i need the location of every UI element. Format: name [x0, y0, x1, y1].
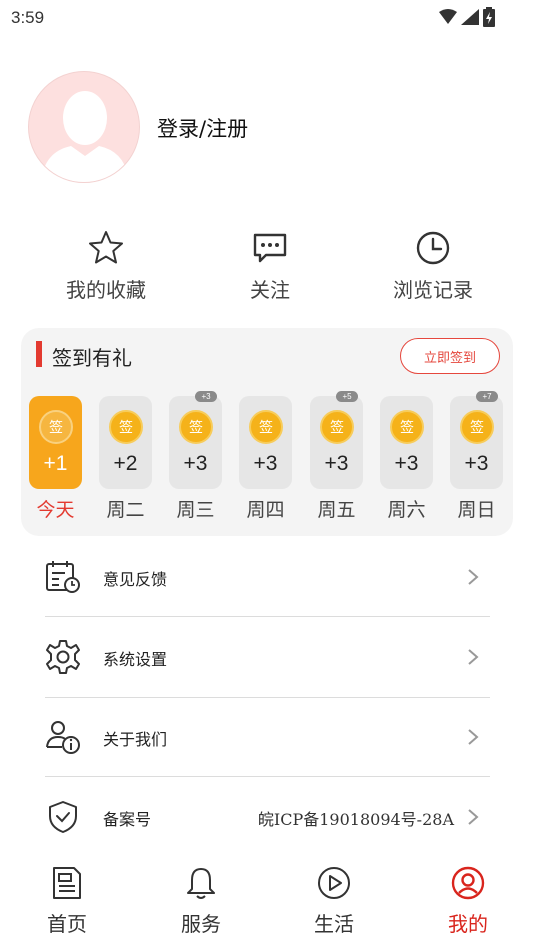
signin-day-today[interactable]: 签 +1 今天 [29, 396, 82, 522]
menu-settings-label: 系统设置 [103, 650, 168, 669]
coin-icon: 签 [460, 410, 494, 444]
chevron-right-icon [468, 729, 479, 745]
coin-icon: 签 [249, 410, 283, 444]
nav-service-label: 服务 [181, 912, 221, 936]
menu-about-label: 关于我们 [103, 730, 168, 749]
nav-mine[interactable]: 我的 [418, 866, 518, 937]
signin-day-label: 今天 [36, 499, 75, 521]
quick-history-label: 浏览记录 [393, 278, 473, 302]
nav-home-label: 首页 [47, 912, 87, 936]
signin-day-label: 周二 [106, 499, 145, 521]
chat-icon [253, 233, 287, 263]
bonus-badge: +3 [195, 391, 217, 402]
menu-icp[interactable]: 备案号 皖ICP备19018094号-28A [45, 777, 490, 857]
chevron-right-icon [468, 569, 479, 585]
signin-points: +3 [183, 452, 208, 475]
signin-day-box: +3 签 +3 [169, 391, 222, 489]
menu-settings[interactable]: 系统设置 [45, 617, 490, 697]
bell-icon [187, 868, 215, 899]
user-info-icon [46, 721, 80, 754]
bonus-badge: +7 [476, 391, 498, 402]
wifi-icon [439, 9, 457, 24]
signin-card: 签到有礼 立即签到 签 +1 今天 签 +2 周二 +3 签 +3 周三 签 +… [21, 328, 513, 536]
signin-day-box: +5 签 +3 [310, 391, 363, 489]
signin-day-thu[interactable]: 签 +3 周四 [239, 396, 292, 522]
menu-feedback[interactable]: 意见反馈 [45, 537, 490, 617]
status-bar: 3:59 [0, 0, 535, 38]
signin-day-label: 周四 [246, 499, 285, 521]
nav-life[interactable]: 生活 [284, 866, 384, 937]
signin-points: +1 [43, 452, 68, 475]
signin-points: +3 [324, 452, 349, 475]
signin-day-wed[interactable]: +3 签 +3 周三 [169, 391, 222, 522]
login-register-link[interactable]: 登录/注册 [157, 113, 248, 143]
signin-button[interactable]: 立即签到 [400, 338, 500, 374]
signin-day-label: 周日 [457, 499, 496, 521]
coin-icon: 签 [179, 410, 213, 444]
signin-points: +2 [113, 452, 138, 475]
coin-icon: 签 [39, 410, 73, 444]
signin-day-label: 周五 [317, 499, 356, 521]
quick-favorites-label: 我的收藏 [66, 278, 146, 302]
status-icons [439, 7, 495, 27]
signal-icon [461, 9, 479, 25]
icp-number: 皖ICP备19018094号-28A [257, 810, 454, 829]
signin-day-fri[interactable]: +5 签 +3 周五 [310, 391, 363, 522]
nav-service[interactable]: 服务 [151, 866, 251, 937]
nav-home[interactable]: 首页 [17, 866, 117, 937]
signin-title: 签到有礼 [52, 346, 132, 370]
quick-favorites[interactable]: 我的收藏 [31, 230, 181, 303]
quick-follow[interactable]: 关注 [195, 230, 345, 303]
signin-day-sun[interactable]: +7 签 +3 周日 [450, 391, 503, 522]
user-circle-icon [451, 866, 485, 900]
signin-points: +3 [253, 452, 278, 475]
menu-icp-label: 备案号 [103, 810, 152, 829]
signin-day-box: 签 +2 [99, 396, 152, 489]
signin-day-sat[interactable]: 签 +3 周六 [380, 396, 433, 522]
document-icon [53, 867, 81, 899]
bonus-badge: +5 [336, 391, 358, 402]
signin-points: +3 [464, 452, 489, 475]
signin-day-label: 周三 [176, 499, 215, 521]
quick-follow-label: 关注 [250, 278, 290, 302]
signin-title-bar [36, 341, 42, 367]
signin-day-box: 签 +3 [380, 396, 433, 489]
nav-life-label: 生活 [314, 912, 354, 936]
avatar[interactable] [28, 71, 140, 183]
quick-history[interactable]: 浏览记录 [358, 230, 508, 303]
default-avatar-icon [41, 91, 129, 182]
star-icon [89, 231, 123, 264]
coin-icon: 签 [109, 410, 143, 444]
battery-icon [483, 7, 495, 27]
menu-feedback-label: 意见反馈 [103, 570, 168, 589]
chevron-right-icon [468, 649, 479, 665]
calendar-feedback-icon [46, 561, 80, 593]
clock-icon [416, 231, 450, 265]
gear-icon [46, 640, 80, 674]
signin-day-box: 签 +1 [29, 396, 82, 489]
status-time: 3:59 [11, 8, 45, 27]
signin-day-tue[interactable]: 签 +2 周二 [99, 396, 152, 522]
chevron-right-icon [468, 809, 479, 825]
nav-mine-label: 我的 [448, 912, 488, 936]
shield-check-icon [49, 801, 77, 833]
coin-icon: 签 [320, 410, 354, 444]
coin-icon: 签 [390, 410, 424, 444]
signin-day-label: 周六 [387, 499, 426, 521]
signin-day-box: 签 +3 [239, 396, 292, 489]
play-icon [318, 867, 350, 899]
signin-points: +3 [394, 452, 419, 475]
signin-day-box: +7 签 +3 [450, 391, 503, 489]
menu-about[interactable]: 关于我们 [45, 697, 490, 777]
